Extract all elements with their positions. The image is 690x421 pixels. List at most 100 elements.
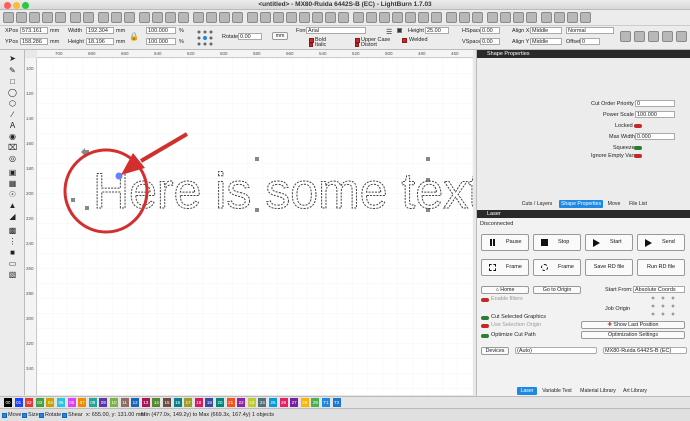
palette-swatch[interactable]: 06 — [67, 398, 76, 407]
weld-icon[interactable] — [487, 12, 498, 23]
rectangle-tool-icon[interactable]: □ — [8, 77, 17, 86]
polygon-tool-icon[interactable]: ⬡ — [8, 99, 17, 108]
palette-swatch[interactable]: 05 — [57, 398, 65, 407]
pause-button[interactable]: Pause — [481, 234, 529, 251]
measure-tool-icon[interactable]: ⌧ — [8, 143, 17, 152]
palette-swatch[interactable]: 29 — [311, 398, 320, 407]
home-button[interactable]: ⌂ Home — [481, 286, 529, 294]
max-width-field[interactable]: 0.000 — [635, 133, 675, 140]
italic-checkbox[interactable] — [309, 43, 313, 47]
font-height-field[interactable]: 25.00 — [425, 27, 449, 34]
ypos-field[interactable]: 158.286 — [20, 38, 48, 45]
node-align-icon[interactable]: ⋮ — [8, 237, 17, 246]
text-tool-icon[interactable]: A — [8, 121, 17, 130]
flip-horizontal-icon[interactable] — [299, 12, 310, 23]
frame-screen-icon[interactable] — [193, 12, 204, 23]
ungroup-icon[interactable] — [286, 12, 297, 23]
stop-button[interactable]: Stop — [533, 234, 581, 251]
palette-swatch[interactable]: 14 — [152, 398, 161, 407]
tab-laser[interactable]: Laser — [517, 387, 537, 395]
palette-swatch[interactable]: 23 — [247, 398, 256, 407]
align-right-icon[interactable] — [366, 12, 377, 23]
welded-checkbox[interactable] — [402, 38, 407, 43]
ellipse-tool-icon[interactable]: ◯ — [8, 88, 17, 97]
size-checkbox[interactable] — [22, 413, 27, 418]
group-tool-icon[interactable]: ▣ — [8, 168, 17, 177]
save-file-icon[interactable] — [29, 12, 40, 23]
dock-top-icon[interactable] — [567, 12, 578, 23]
rotate-icon[interactable] — [338, 12, 349, 23]
grid-array-icon[interactable]: ▩ — [8, 226, 17, 235]
new-file-icon[interactable] — [3, 12, 14, 23]
mirror-icon[interactable] — [325, 12, 336, 23]
enable-filters-toggle[interactable] — [481, 298, 489, 302]
tab-variable-text[interactable]: Variable Text — [539, 387, 575, 395]
import-icon[interactable] — [42, 12, 53, 23]
gear-cog-icon[interactable] — [634, 31, 645, 42]
start-button[interactable]: Start — [585, 234, 633, 251]
run-rd-button[interactable]: Run RD file — [637, 259, 685, 276]
palette-swatch[interactable]: 03 — [35, 398, 44, 407]
device-select[interactable]: MX80-Ruida 6442S-B (EC) — [603, 347, 687, 354]
palette-swatch[interactable]: 04 — [46, 398, 55, 407]
palette-swatch[interactable]: 25 — [269, 398, 277, 407]
group-icon[interactable] — [273, 12, 284, 23]
dock-left-icon[interactable] — [541, 12, 552, 23]
edit-nodes-icon[interactable]: ✎ — [8, 66, 17, 75]
devices-button[interactable]: Devices — [481, 347, 509, 355]
squeeze-toggle[interactable] — [634, 146, 642, 150]
units-toggle-button[interactable]: mm — [272, 32, 288, 40]
car-icon[interactable] — [620, 31, 631, 42]
rotate-checkbox[interactable] — [39, 413, 44, 418]
width-field[interactable]: 192.304 — [86, 27, 114, 34]
selection-handle[interactable] — [255, 157, 259, 161]
go-to-origin-button[interactable]: Go to Origin — [533, 286, 581, 294]
settings-gear-icon[interactable] — [206, 12, 217, 23]
power-scale-field[interactable]: 100.000 — [635, 111, 675, 118]
scale-width-field[interactable]: 100.000 — [146, 27, 176, 34]
preview-icon[interactable] — [676, 31, 687, 42]
variable-text-icon[interactable]: ▭ — [8, 259, 17, 268]
palette-swatch[interactable]: T1 — [322, 398, 330, 407]
zoom-in-icon[interactable] — [152, 12, 163, 23]
line-tool-icon[interactable]: ∕ — [8, 110, 17, 119]
palette-swatch[interactable]: 21 — [226, 398, 235, 407]
palette-swatch[interactable]: 12 — [131, 398, 140, 407]
palette-swatch[interactable]: 18 — [194, 398, 203, 407]
delete-icon[interactable] — [124, 12, 135, 23]
align-x-select[interactable]: Middle — [530, 27, 562, 34]
align-left-icon[interactable] — [353, 12, 364, 23]
send-button[interactable]: Send — [637, 234, 685, 251]
palette-swatch[interactable]: 15 — [163, 398, 171, 407]
distribute-h-icon[interactable] — [446, 12, 457, 23]
height-lock-checkbox[interactable] — [397, 28, 402, 33]
dock-bottom-icon[interactable] — [580, 12, 591, 23]
convert-to-path-icon[interactable]: ◢ — [8, 212, 17, 221]
open-file-icon[interactable] — [16, 12, 27, 23]
origin-picker-icon[interactable] — [196, 29, 214, 47]
frame-round-button[interactable]: Frame — [533, 259, 581, 276]
palette-swatch[interactable]: T2 — [332, 398, 341, 407]
font-select[interactable]: Arial — [306, 27, 366, 34]
shear-checkbox[interactable] — [62, 413, 67, 418]
export-icon[interactable] — [55, 12, 66, 23]
align-center-icon[interactable] — [431, 12, 442, 23]
palette-swatch[interactable]: 16 — [173, 398, 182, 407]
xpos-field[interactable]: 573.161 — [20, 27, 48, 34]
frame-rect-button[interactable]: Frame — [481, 259, 529, 276]
boolean-intersect-icon[interactable] — [526, 12, 537, 23]
boolean-subtract-icon[interactable] — [513, 12, 524, 23]
job-origin-picker[interactable] — [649, 295, 677, 317]
ignore-empty-vars-toggle[interactable] — [634, 154, 642, 158]
palette-swatch[interactable]: 10 — [110, 398, 118, 407]
distort-checkbox[interactable] — [355, 43, 359, 47]
redo-icon[interactable] — [83, 12, 94, 23]
height-field[interactable]: 18.196 — [86, 38, 114, 45]
vspace-field[interactable]: 0.00 — [480, 38, 500, 45]
rotate-field[interactable]: 0.00 — [238, 33, 262, 40]
flip-vertical-icon[interactable] — [312, 12, 323, 23]
palette-swatch[interactable]: 02 — [25, 398, 34, 407]
palette-swatch[interactable]: 27 — [290, 398, 299, 407]
laser-icon[interactable] — [232, 12, 243, 23]
palette-swatch[interactable]: 26 — [279, 398, 288, 407]
